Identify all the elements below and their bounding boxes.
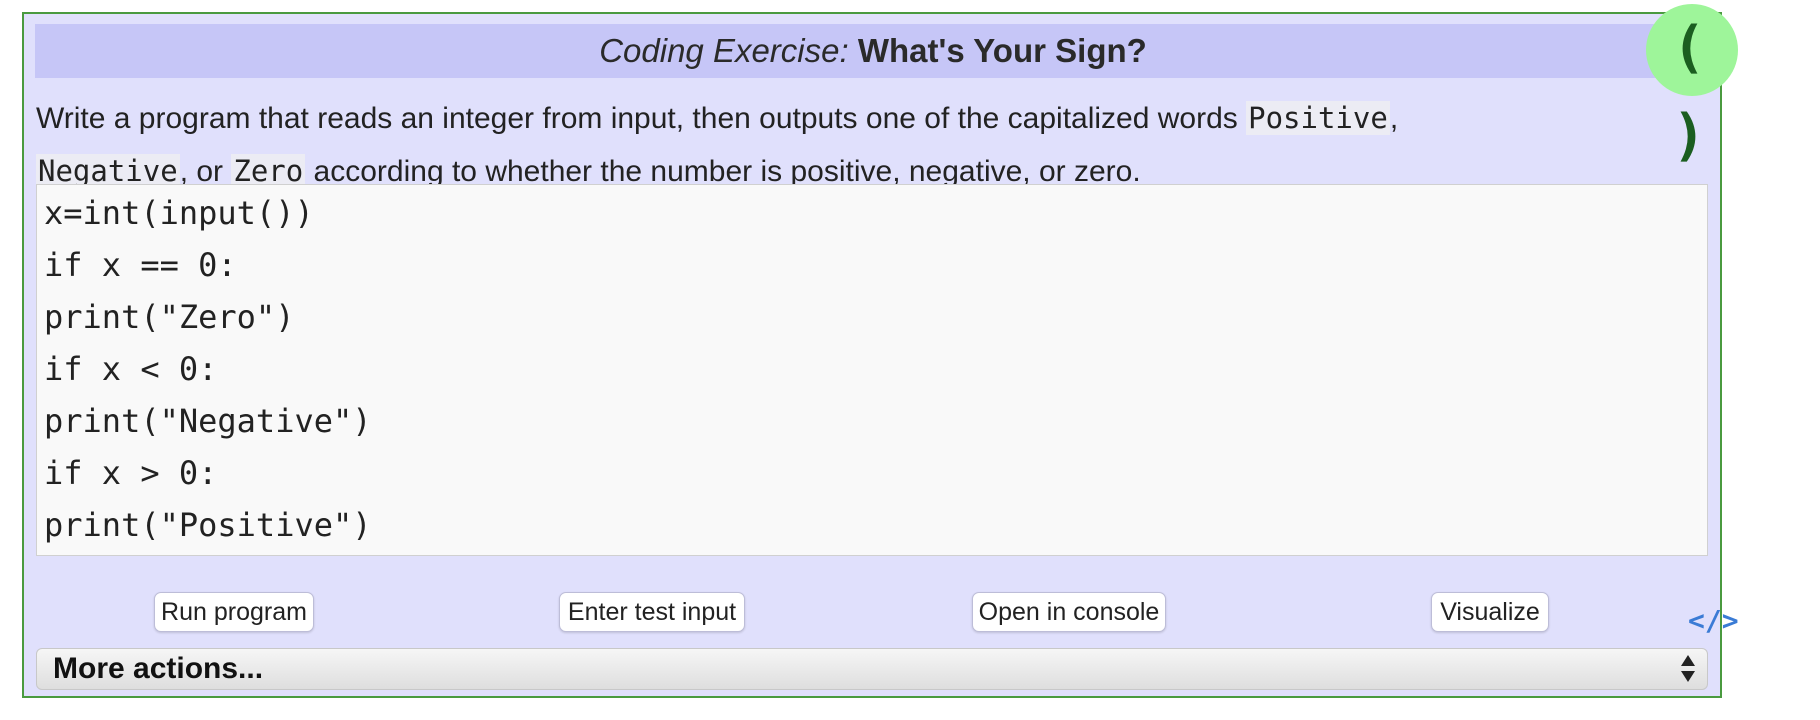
parentheses-icon: ( ) <box>1646 4 1738 168</box>
code-zero: Zero <box>231 154 306 188</box>
code-line[interactable]: if x < 0: <box>37 343 1707 395</box>
code-line[interactable]: x=int(input()) <box>37 187 1707 239</box>
code-editor[interactable]: x=int(input()) if x == 0: print("Zero") … <box>36 184 1708 556</box>
code-negative: Negative <box>36 154 180 188</box>
code-line[interactable]: if x == 0: <box>37 239 1707 291</box>
select-arrows-icon <box>1681 653 1695 685</box>
visualize-button[interactable]: Visualize <box>1431 592 1549 632</box>
more-actions-select[interactable]: More actions... <box>36 648 1708 690</box>
code-line[interactable]: print("Zero") <box>37 291 1707 343</box>
open-in-console-button[interactable]: Open in console <box>972 592 1166 632</box>
exercise-title-prefix: Coding Exercise: <box>599 32 849 69</box>
description-text: , <box>1389 102 1399 135</box>
code-positive: Positive <box>1246 101 1390 135</box>
exercise-title: Coding Exercise: What's Your Sign? <box>35 24 1711 78</box>
code-line[interactable]: print("Negative") <box>37 395 1707 447</box>
code-tag-icon[interactable]: </> <box>1688 604 1739 637</box>
exercise-description: Write a program that reads an integer fr… <box>36 92 1676 198</box>
enter-test-input-button[interactable]: Enter test input <box>559 592 745 632</box>
run-program-button[interactable]: Run program <box>154 592 314 632</box>
exercise-title-name: What's Your Sign? <box>857 32 1147 69</box>
description-text: Write a program that reads an integer fr… <box>36 102 1247 135</box>
code-line[interactable]: if x > 0: <box>37 447 1707 499</box>
more-actions-label: More actions... <box>53 652 264 685</box>
coding-exercise-panel: Coding Exercise: What's Your Sign? Write… <box>22 12 1739 698</box>
code-line[interactable]: print("Positive") <box>37 499 1707 551</box>
